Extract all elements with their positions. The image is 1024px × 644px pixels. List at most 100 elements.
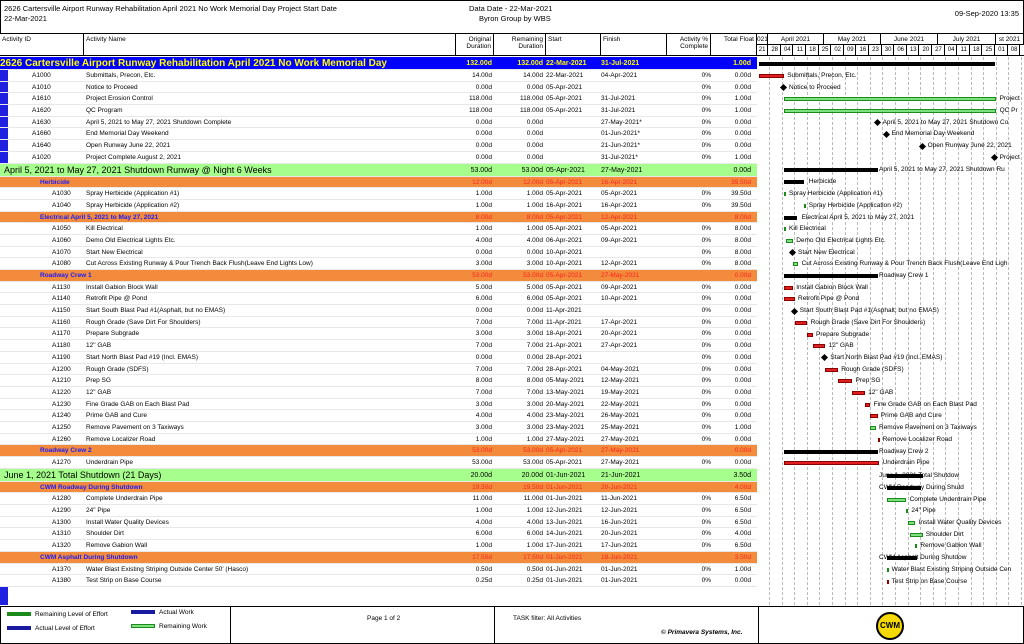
col-start[interactable]: Start bbox=[546, 34, 601, 56]
wbs-row[interactable]: CWM Asphalt During Shutdown 17.50d 17.50d 0… bbox=[0, 551, 757, 564]
col-activity-id[interactable]: Activity ID bbox=[0, 34, 84, 56]
cell-od: 6.00d bbox=[475, 530, 492, 538]
cell-st: 27-May-2021 bbox=[546, 435, 585, 443]
bar-label: 12" GAB bbox=[868, 389, 894, 397]
col-activity-name[interactable]: Activity Name bbox=[84, 34, 456, 56]
wbs-row[interactable]: CWM Roadway During Shutdown 19.50d 19.50d 0… bbox=[0, 481, 757, 494]
activity-row[interactable]: A1320 Remove Gabion Wall 1.00d 1.00d 17-Jun-… bbox=[0, 540, 757, 552]
summary-bar bbox=[758, 61, 995, 66]
cell-nm: Remove Gabion Wall bbox=[86, 542, 148, 550]
cell-st: 05-Apr-2021 bbox=[546, 447, 583, 455]
activity-row[interactable]: A1190 Start North Blast Pad #19 (Incl. EM… bbox=[0, 351, 757, 364]
cell-pc: 0% bbox=[701, 377, 711, 385]
bar-label: Prime GAB and Cure bbox=[880, 412, 942, 420]
wbs-row[interactable]: June 1, 2021 Total Shutdown (21 Days) 20.… bbox=[0, 468, 757, 482]
cell-od: 1.00d bbox=[475, 542, 492, 550]
bar-label: Shoulder Dirt bbox=[925, 530, 964, 538]
activity-row[interactable]: A1210 Prep SG 8.00d 8.00d 05-May-2021 12-May-… bbox=[0, 375, 757, 387]
cell-od: 0.00d bbox=[475, 307, 492, 315]
bar-label: Start North Blast Pad #19 (Incl. EMAS) bbox=[830, 353, 943, 361]
bar-label: End Memorial Day Weekend bbox=[891, 130, 975, 138]
wbs-row[interactable]: April 5, 2021 to May 27, 2021 Shutdown R… bbox=[0, 163, 757, 177]
activity-row[interactable]: A1040 Spray Herbicide (Application #2) 1.0… bbox=[0, 199, 757, 212]
activity-row[interactable]: A1130 Install Gabion Block Wall 5.00d 5.00d… bbox=[0, 281, 757, 294]
cell-rd: 0.00d bbox=[526, 83, 543, 91]
cell-id: A1640 bbox=[32, 142, 51, 150]
activity-row[interactable]: A1150 Start South Blast Pad #1(Asphalt, b… bbox=[0, 305, 757, 317]
cell-tf: 0.00d bbox=[734, 118, 751, 126]
cell-st: 05-Apr-2021 bbox=[546, 190, 583, 198]
activity-row[interactable]: A1030 Spray Herbicide (Application #1) 1.0… bbox=[0, 188, 757, 200]
activity-row[interactable]: A1060 Demo Old Electrical Lights Etc. 4.00… bbox=[0, 234, 757, 247]
activity-row[interactable]: A1640 Open Runway June 22, 2021 0.00d 0.00d… bbox=[0, 140, 757, 152]
col-remaining-duration[interactable]: Remaining Duration bbox=[494, 34, 546, 56]
activity-row[interactable]: A1010 Notice to Proceed 0.00d 0.00d 05-Apr-2… bbox=[0, 82, 757, 94]
activity-row[interactable]: A1370 Water Blast Existing Striping Outsi… bbox=[0, 563, 757, 576]
cell-id: Electrical April 5, 2021 to May 27, 2021 bbox=[40, 213, 159, 221]
wbs-row[interactable]: Roadway Crew 1 53.00d 53.00d 05-Apr-2021 27-… bbox=[0, 270, 757, 282]
wbs-row[interactable]: Roadway Crew 2 53.00d 53.00d 05-Apr-2021 27-… bbox=[0, 445, 757, 457]
cell-rd: 7.00d bbox=[526, 342, 543, 350]
activity-row[interactable]: A1240 Prime GAB and Cure 4.00d 4.00d 23-May-… bbox=[0, 410, 757, 422]
activity-row[interactable]: A1610 Project Erosion Control 118.00d 118.0… bbox=[0, 93, 757, 106]
activity-row[interactable]: A1160 Rough Grade (Save Dirt For Shoulder… bbox=[0, 316, 757, 329]
activity-row[interactable]: A1380 Test Strip on Base Course 0.25d 0.25d… bbox=[0, 575, 757, 587]
activity-row[interactable]: A1220 12" GAB 7.00d 7.00d 13-May-2021 19-May-… bbox=[0, 386, 757, 399]
activity-row[interactable]: A1020 Project Complete August 2, 2021 0.00… bbox=[0, 152, 757, 164]
cell-rd: 132.00d bbox=[517, 60, 543, 67]
cell-id: A1300 bbox=[52, 518, 71, 526]
cell-nm: Rough Grade (SDFS) bbox=[86, 365, 149, 373]
activity-row[interactable]: A1280 Complete Underdrain Pipe 11.00d 11.00… bbox=[0, 493, 757, 506]
activity-row[interactable]: A1200 Rough Grade (SDFS) 7.00d 7.00d 28-Apr-… bbox=[0, 363, 757, 376]
grid-line bbox=[794, 57, 796, 605]
cell-nm: Start North Blast Pad #19 (Incl. EMAS) bbox=[86, 353, 198, 361]
cell-rd: 5.00d bbox=[526, 283, 543, 291]
activity-row[interactable]: A1070 Start New Electrical 0.00d 0.00d 10-Ap… bbox=[0, 246, 757, 259]
activity-bar bbox=[910, 532, 923, 537]
activity-bar bbox=[803, 203, 806, 208]
activity-bar bbox=[793, 262, 799, 267]
cell-id: A1310 bbox=[52, 530, 71, 538]
cell-pc: 0% bbox=[701, 353, 711, 361]
cell-nm: Spray Herbicide (Application #1) bbox=[86, 190, 180, 198]
activity-row[interactable]: A1050 Kill Electrical 1.00d 1.00d 05-Apr-202… bbox=[0, 223, 757, 235]
legend-remaining-work: Remaining Work bbox=[131, 623, 207, 630]
cell-fn: 12-May-2021 bbox=[601, 377, 640, 385]
cell-rd: 118.00d bbox=[519, 107, 543, 115]
legend-swatch bbox=[131, 624, 155, 629]
activity-row[interactable]: A1270 Underdrain Pipe 53.00d 53.00d 05-Apr-2… bbox=[0, 457, 757, 469]
cell-st: 01-Jun-2021 bbox=[546, 577, 583, 585]
activity-row[interactable]: A1170 Prepare Subgrade 3.00d 3.00d 18-Apr-20… bbox=[0, 328, 757, 341]
col-finish[interactable]: Finish bbox=[601, 34, 667, 56]
cell-od: 1.00d bbox=[475, 435, 492, 443]
activity-row[interactable]: A1080 Cut Across Existing Runway & Pour T… bbox=[0, 258, 757, 270]
activity-bar bbox=[807, 332, 813, 337]
activity-row[interactable]: A1310 Shoulder Dirt 6.00d 6.00d 14-Jun-2021 2… bbox=[0, 528, 757, 541]
col-original-duration[interactable]: Original Duration bbox=[456, 34, 494, 56]
bar-label: Rough Grade (Save Dirt For Shoulders) bbox=[810, 318, 926, 326]
cell-fn: 09-Apr-2021 bbox=[601, 236, 638, 244]
activity-row[interactable]: A1260 Remove Localizer Road 1.00d 1.00d 27-M… bbox=[0, 433, 757, 446]
wbs-row[interactable]: Herbicide 12.00d 12.00d 05-Apr-2021 16-Apr-2… bbox=[0, 176, 757, 189]
cell-st: 28-Apr-2021 bbox=[546, 353, 583, 361]
cell-fn: 20-Jun-2021 bbox=[601, 483, 638, 491]
activity-row[interactable]: A1140 Retrofit Pipe @ Pond 6.00d 6.00d 05-Ap… bbox=[0, 293, 757, 306]
activity-row[interactable]: A1180 12" GAB 7.00d 7.00d 21-Apr-2021 27-Apr-… bbox=[0, 340, 757, 352]
project-row[interactable]: 2626 Cartersville Airport Runway Rehabil… bbox=[0, 57, 757, 70]
activity-row[interactable]: A1000 Submittals, Precon, Etc. 14.00d 14.00… bbox=[0, 70, 757, 82]
activity-row[interactable]: A1290 24" Pipe 1.00d 1.00d 12-Jun-2021 12-Jun… bbox=[0, 505, 757, 517]
wbs-row[interactable]: Electrical April 5, 2021 to May 27, 2021… bbox=[0, 211, 757, 224]
activity-row[interactable]: A1250 Remove Pavement on 3 Taxiways 3.00d 3… bbox=[0, 421, 757, 434]
col-pct-complete[interactable]: Activity % Complete bbox=[667, 34, 711, 56]
cell-tf: 6.50d bbox=[734, 507, 751, 515]
cell-fn: 17-Apr-2021 bbox=[601, 318, 638, 326]
activity-row[interactable]: A1660 End Memorial Day Weekend 0.00d 0.00d 0… bbox=[0, 128, 757, 141]
activity-row[interactable]: A1630 April 5, 2021 to May 27, 2021 Shutd… bbox=[0, 117, 757, 129]
cell-tf: 1.00d bbox=[734, 423, 751, 431]
activity-row[interactable]: A1300 Install Water Quality Devices 4.00d 4… bbox=[0, 516, 757, 529]
col-total-float[interactable]: Total Float bbox=[711, 34, 757, 56]
activity-row[interactable]: A1230 Fine Grade GAB on Each Blast Pad 3.0… bbox=[0, 398, 757, 411]
cell-od: 0.00d bbox=[475, 248, 492, 256]
legend-panel: Remaining Level of Effort Actual Work Ac… bbox=[1, 607, 231, 643]
activity-row[interactable]: A1620 QC Program 118.00d 118.00d 05-Apr-2021… bbox=[0, 105, 757, 117]
